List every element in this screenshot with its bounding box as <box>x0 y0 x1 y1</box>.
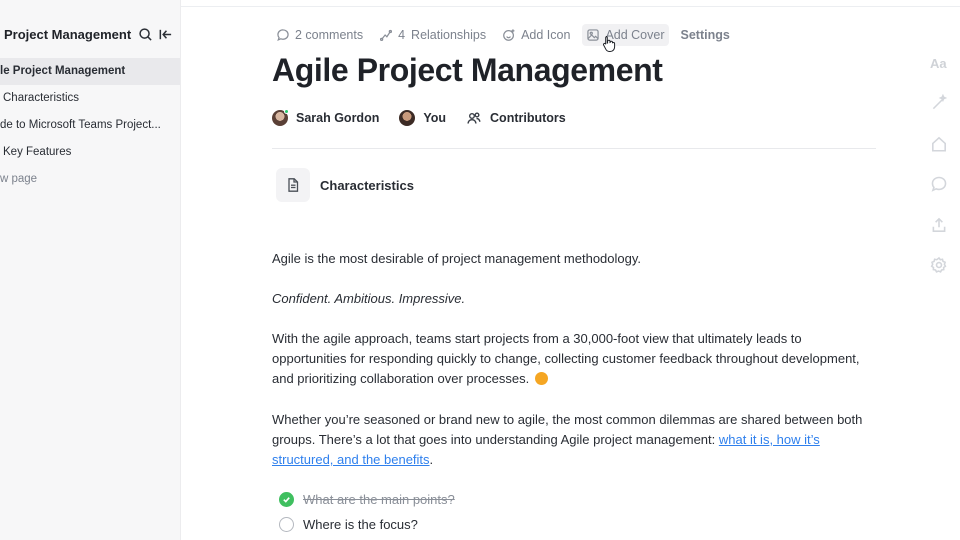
magic-wand-icon[interactable] <box>930 94 948 112</box>
sidebar-item-label: Key Features <box>3 146 72 158</box>
checklist-item: Where is the focus? <box>279 515 418 533</box>
hand-cursor-icon <box>602 36 616 52</box>
sidebar-new-page[interactable]: w page <box>0 166 180 193</box>
sidebar-item-characteristics[interactable]: Characteristics <box>0 85 180 112</box>
relationships-label: Relationships <box>411 28 487 42</box>
contributors-icon <box>467 112 481 124</box>
author-name: Sarah Gordon <box>296 111 380 125</box>
page-title[interactable]: Agile Project Management <box>272 52 663 89</box>
font-settings-icon[interactable]: Aa <box>930 56 947 71</box>
paragraph-agile-approach[interactable]: With the agile approach, teams start pro… <box>272 329 872 389</box>
comment-icon <box>277 29 289 42</box>
relationships-icon <box>380 29 393 42</box>
avatar <box>272 109 289 126</box>
sidebar-item-label: Characteristics <box>3 92 80 104</box>
search-icon[interactable] <box>138 27 153 42</box>
collapse-sidebar-icon[interactable] <box>158 27 173 42</box>
paragraph-dilemmas[interactable]: Whether you’re seasoned or brand new to … <box>272 410 872 470</box>
checkmark-icon <box>283 496 290 503</box>
paragraph-suffix: . <box>429 452 434 467</box>
sidebar-item-label: w page <box>0 173 38 185</box>
add-icon-button[interactable]: Add Icon <box>498 24 574 46</box>
subpage-link-characteristics[interactable]: Characteristics <box>276 168 414 202</box>
author-sarah-gordon[interactable]: Sarah Gordon <box>272 109 380 126</box>
sidebar: Project Management le Project Management… <box>0 0 181 540</box>
add-cover-button[interactable]: Add Cover <box>582 24 669 46</box>
checklist-label[interactable]: Where is the focus? <box>303 517 418 532</box>
comment-icon[interactable] <box>930 175 948 193</box>
sidebar-item-agile-project-management[interactable]: le Project Management <box>0 58 180 85</box>
subpage-label: Characteristics <box>320 177 414 193</box>
comments-button[interactable]: 2 comments <box>272 24 367 46</box>
sidebar-item-label: de to Microsoft Teams Project... <box>0 119 161 131</box>
home-icon[interactable] <box>930 135 948 153</box>
paragraph-intro[interactable]: Agile is the most desirable of project m… <box>272 249 872 269</box>
image-icon <box>587 29 600 41</box>
page-toolbar: 2 comments 4 Relationships Add Icon Add … <box>272 24 734 46</box>
sidebar-header: Project Management <box>0 24 180 46</box>
add-icon-label: Add Icon <box>521 28 571 42</box>
paragraph-text: With the agile approach, teams start pro… <box>272 331 860 386</box>
header-divider <box>272 148 876 149</box>
checklist-item: What are the main points? <box>279 490 455 508</box>
document-icon <box>288 178 299 192</box>
comments-label: 2 comments <box>295 28 364 42</box>
settings-button[interactable]: Settings <box>677 24 734 46</box>
smiley-plus-icon <box>503 29 515 41</box>
relationships-count: 4 <box>398 28 406 42</box>
gear-icon[interactable] <box>930 256 948 274</box>
sidebar-title[interactable]: Project Management <box>4 27 131 42</box>
author-name: You <box>423 111 447 125</box>
sidebar-item-guide-microsoft-teams[interactable]: de to Microsoft Teams Project... <box>0 112 180 139</box>
contributors-label: Contributors <box>490 111 566 125</box>
authors-row: Sarah Gordon You Contributors <box>272 108 586 128</box>
share-upload-icon[interactable] <box>930 216 948 234</box>
checkbox-unchecked[interactable] <box>279 516 294 532</box>
sidebar-item-label: le Project Management <box>0 65 126 77</box>
relationships-button[interactable]: 4 Relationships <box>375 24 490 46</box>
top-divider <box>181 6 960 7</box>
checkbox-checked[interactable] <box>279 491 294 507</box>
settings-label: Settings <box>680 28 730 42</box>
paragraph-tagline[interactable]: Confident. Ambitious. Impressive. <box>272 289 872 309</box>
contributors-button[interactable]: Contributors <box>466 110 566 126</box>
avatar <box>399 110 416 126</box>
subpage-icon-box <box>276 168 310 202</box>
sidebar-item-key-features[interactable]: Key Features <box>0 139 180 166</box>
author-you[interactable]: You <box>399 110 446 126</box>
online-status-dot <box>284 109 289 114</box>
checklist-label[interactable]: What are the main points? <box>303 492 455 507</box>
star-struck-emoji-icon <box>534 372 548 385</box>
